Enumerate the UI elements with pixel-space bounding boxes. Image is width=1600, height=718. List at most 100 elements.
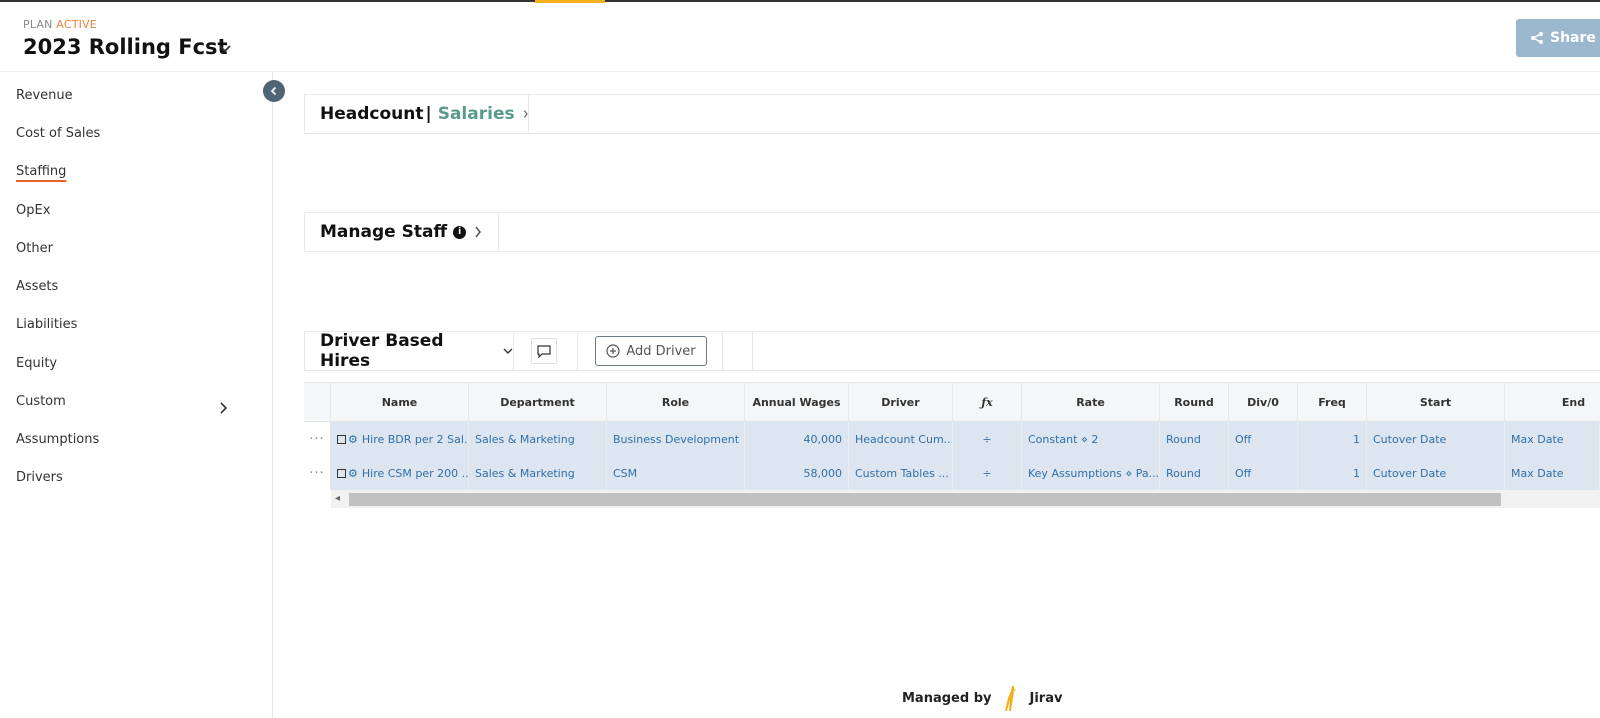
- sidebar-item-liabilities[interactable]: Liabilities: [16, 317, 77, 332]
- col-header-end[interactable]: End: [1505, 383, 1600, 421]
- toolbar-divider: [577, 332, 578, 370]
- comment-icon: [537, 344, 551, 358]
- divide-icon[interactable]: ÷: [953, 456, 1022, 490]
- header: PLAN ACTIVE 2023 Rolling Fcst Share: [0, 2, 1600, 72]
- divide-icon[interactable]: ÷: [953, 422, 1022, 456]
- sidebar-item-opex[interactable]: OpEx: [16, 203, 50, 218]
- manage-staff-panel: Manage Staff i: [304, 212, 1600, 252]
- headcount-panel: Headcount | Salaries: [304, 94, 1600, 134]
- cell-driver[interactable]: Headcount Cum...: [849, 422, 953, 456]
- gear-icon[interactable]: ⚙: [348, 467, 358, 480]
- checkbox-icon[interactable]: [337, 434, 346, 444]
- giraffe-logo-icon: [1005, 686, 1017, 711]
- header-row-menu: [304, 383, 331, 421]
- cell-name-text: Hire CSM per 200 ...: [361, 466, 469, 480]
- col-header-div0[interactable]: Div/0: [1229, 383, 1298, 421]
- add-driver-label: Add Driver: [626, 343, 696, 359]
- share-button[interactable]: Share: [1516, 19, 1600, 57]
- scrollbar-thumb[interactable]: [349, 493, 1501, 506]
- toolbar-divider: [722, 332, 723, 370]
- cell-role[interactable]: CSM: [607, 456, 745, 490]
- cell-department[interactable]: Sales & Marketing: [469, 422, 607, 456]
- collapse-sidebar-button[interactable]: [263, 80, 285, 102]
- cell-annual-wages[interactable]: 40,000: [745, 422, 849, 456]
- cell-name[interactable]: ⚙ Hire BDR per 2 Sal...: [331, 422, 469, 456]
- col-header-name[interactable]: Name: [331, 383, 469, 421]
- col-header-department[interactable]: Department: [469, 383, 607, 421]
- managed-by-text: Managed by: [902, 690, 992, 706]
- cell-round[interactable]: Round: [1160, 422, 1229, 456]
- cell-rate[interactable]: Key Assumptions ⋄ Pa...: [1022, 456, 1160, 490]
- grid-header: Name Department Role Annual Wages Driver…: [304, 382, 1600, 422]
- title-separator: |: [425, 104, 432, 124]
- plan-title[interactable]: 2023 Rolling Fcst: [23, 35, 228, 59]
- cell-div0[interactable]: Off: [1229, 456, 1298, 490]
- col-header-role[interactable]: Role: [607, 383, 745, 421]
- cell-department[interactable]: Sales & Marketing: [469, 456, 607, 490]
- horizontal-scrollbar[interactable]: ◂: [331, 490, 1600, 508]
- manage-staff-title[interactable]: Manage Staff i: [305, 213, 499, 251]
- share-icon: [1531, 32, 1543, 44]
- table-row[interactable]: ··· ⚙ Hire BDR per 2 Sal... Sales & Mark…: [304, 422, 1600, 456]
- col-header-driver[interactable]: Driver: [849, 383, 953, 421]
- cell-end[interactable]: Max Date: [1505, 456, 1600, 490]
- brand-name: Jirav: [1029, 690, 1063, 706]
- sidebar-item-other[interactable]: Other: [16, 241, 53, 256]
- manage-staff-title-text: Manage Staff: [320, 222, 448, 242]
- footer: Managed by Jirav: [902, 684, 1062, 712]
- sidebar-item-assets[interactable]: Assets: [16, 279, 58, 294]
- sidebar-item-staffing[interactable]: Staffing: [16, 164, 66, 179]
- cell-driver[interactable]: Custom Tables ...: [849, 456, 953, 490]
- sidebar-item-equity[interactable]: Equity: [16, 356, 57, 371]
- comment-button[interactable]: [531, 338, 557, 364]
- chevron-down-icon: [503, 348, 513, 354]
- col-header-freq[interactable]: Freq: [1298, 383, 1367, 421]
- cell-name[interactable]: ⚙ Hire CSM per 200 ...: [331, 456, 469, 490]
- plus-circle-icon: [606, 344, 620, 358]
- chevron-right-icon: [523, 110, 528, 118]
- col-header-fx[interactable]: ƒx: [953, 383, 1022, 421]
- chevron-left-icon: [270, 86, 277, 96]
- chevron-right-icon[interactable]: [218, 402, 228, 414]
- table-row[interactable]: ··· ⚙ Hire CSM per 200 ... Sales & Marke…: [304, 456, 1600, 490]
- cell-start[interactable]: Cutover Date: [1367, 422, 1505, 456]
- driver-hires-panel: Driver Based Hires Add Driver: [304, 331, 1600, 371]
- cell-freq[interactable]: 1: [1298, 456, 1367, 490]
- sidebar-item-drivers[interactable]: Drivers: [16, 470, 63, 485]
- cell-role[interactable]: Business Development: [607, 422, 745, 456]
- plan-label-text: PLAN: [23, 18, 53, 31]
- sidebar: Revenue Cost of Sales Staffing OpEx Othe…: [0, 72, 273, 718]
- add-driver-button[interactable]: Add Driver: [595, 336, 707, 366]
- sidebar-item-revenue[interactable]: Revenue: [16, 88, 73, 103]
- plan-label: PLAN ACTIVE: [23, 18, 97, 31]
- toolbar-divider: [752, 332, 753, 370]
- cell-freq[interactable]: 1: [1298, 422, 1367, 456]
- cell-div0[interactable]: Off: [1229, 422, 1298, 456]
- headcount-title-text: Headcount: [320, 104, 424, 124]
- row-menu-icon[interactable]: ···: [304, 456, 331, 490]
- row-menu-icon[interactable]: ···: [304, 422, 331, 456]
- chevron-down-icon[interactable]: [218, 44, 232, 54]
- cell-rate[interactable]: Constant ⋄ 2: [1022, 422, 1160, 456]
- cell-round[interactable]: Round: [1160, 456, 1229, 490]
- sidebar-item-cost-of-sales[interactable]: Cost of Sales: [16, 126, 100, 141]
- sidebar-item-assumptions[interactable]: Assumptions: [16, 432, 99, 447]
- driver-hires-title-text: Driver Based Hires: [320, 331, 444, 371]
- col-header-start[interactable]: Start: [1367, 383, 1505, 421]
- driver-hires-title[interactable]: Driver Based Hires: [305, 331, 514, 371]
- sidebar-item-custom[interactable]: Custom: [16, 394, 66, 409]
- share-label: Share: [1550, 30, 1596, 46]
- salaries-link[interactable]: Salaries: [438, 104, 515, 124]
- col-header-annual-wages[interactable]: Annual Wages: [745, 383, 849, 421]
- col-header-rate[interactable]: Rate: [1022, 383, 1160, 421]
- cell-end[interactable]: Max Date: [1505, 422, 1600, 456]
- col-header-round[interactable]: Round: [1160, 383, 1229, 421]
- checkbox-icon[interactable]: [337, 468, 346, 478]
- cell-start[interactable]: Cutover Date: [1367, 456, 1505, 490]
- info-icon[interactable]: i: [453, 225, 467, 239]
- plan-status: ACTIVE: [56, 18, 97, 31]
- headcount-title[interactable]: Headcount | Salaries: [305, 95, 529, 133]
- gear-icon[interactable]: ⚙: [348, 433, 358, 446]
- cell-annual-wages[interactable]: 58,000: [745, 456, 849, 490]
- scroll-left-arrow-icon[interactable]: ◂: [335, 493, 340, 504]
